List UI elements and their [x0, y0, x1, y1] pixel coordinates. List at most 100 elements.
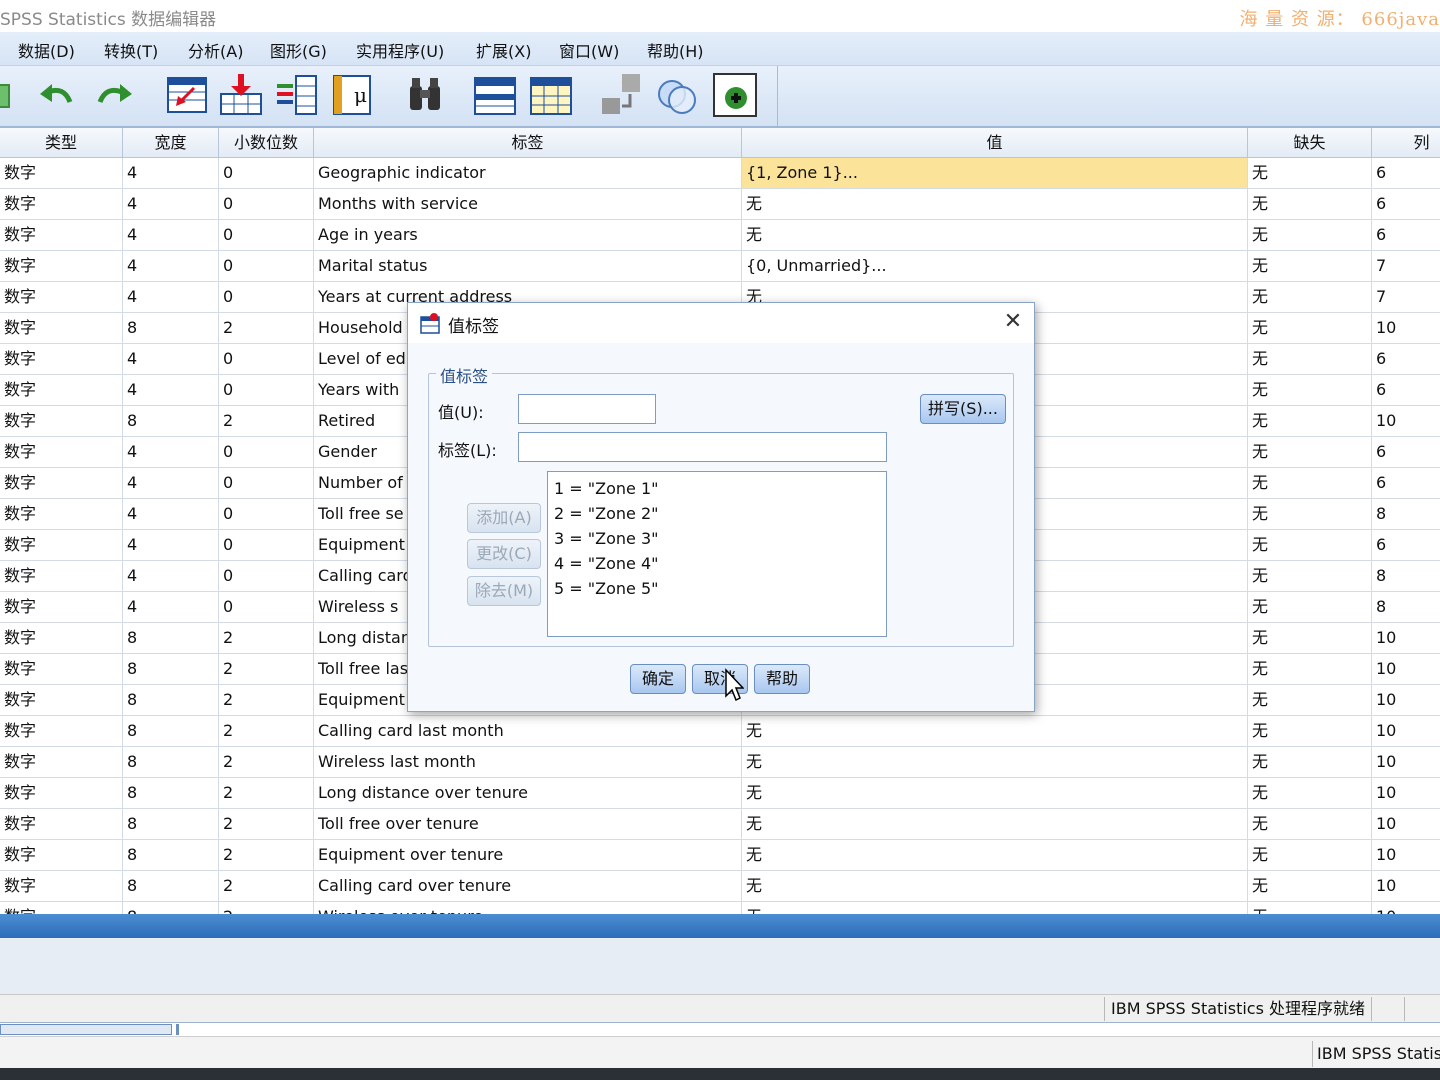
table-row[interactable]: 数字 4 0 Marital status {0, Unmarried}... 无 7 [0, 251, 1440, 282]
cell-values[interactable]: 无 [742, 871, 1248, 902]
cell-columns[interactable]: 10 [1372, 406, 1440, 437]
menu-graphs[interactable]: 图形(G) [270, 38, 327, 62]
cell-missing[interactable]: 无 [1248, 220, 1372, 251]
column-header-columns[interactable]: 列 [1372, 128, 1440, 158]
weight-cases-icon[interactable] [654, 72, 700, 118]
cell-type[interactable]: 数字 [0, 530, 123, 561]
cell-width[interactable]: 4 [123, 592, 219, 623]
cell-missing[interactable]: 无 [1248, 313, 1372, 344]
cell-columns[interactable]: 6 [1372, 437, 1440, 468]
column-header-missing[interactable]: 缺失 [1248, 128, 1372, 158]
cell-width[interactable]: 8 [123, 406, 219, 437]
cell-decimals[interactable]: 2 [219, 840, 314, 871]
table-row[interactable]: 数字 8 2 Calling card over tenure 无无 10 [0, 871, 1440, 902]
cell-columns[interactable]: 6 [1372, 530, 1440, 561]
cell-width[interactable]: 4 [123, 158, 219, 189]
cell-label[interactable]: Calling card over tenure [314, 871, 742, 902]
column-header-values[interactable]: 值 [742, 128, 1248, 158]
cell-width[interactable]: 4 [123, 220, 219, 251]
cell-values[interactable]: {1, Zone 1}... [742, 158, 1248, 189]
cell-columns[interactable]: 8 [1372, 561, 1440, 592]
cell-type[interactable]: 数字 [0, 406, 123, 437]
cell-type[interactable]: 数字 [0, 282, 123, 313]
cell-missing[interactable]: 无 [1248, 189, 1372, 220]
cell-values[interactable]: 无 [742, 189, 1248, 220]
cell-missing[interactable]: 无 [1248, 468, 1372, 499]
list-item[interactable]: 1 = "Zone 1" [554, 476, 880, 501]
insert-cases-icon[interactable] [472, 72, 518, 118]
cell-width[interactable]: 4 [123, 468, 219, 499]
list-item[interactable]: 4 = "Zone 4" [554, 551, 880, 576]
cell-values[interactable]: 无 [742, 716, 1248, 747]
menu-help[interactable]: 帮助(H) [647, 38, 704, 62]
column-header-decimals[interactable]: 小数位数 [219, 128, 314, 158]
menu-extensions[interactable]: 扩展(X) [476, 38, 531, 62]
cell-missing[interactable]: 无 [1248, 561, 1372, 592]
cell-width[interactable]: 4 [123, 344, 219, 375]
cell-columns[interactable]: 8 [1372, 499, 1440, 530]
cell-missing[interactable]: 无 [1248, 623, 1372, 654]
cell-width[interactable]: 8 [123, 809, 219, 840]
scrollbar-thumb[interactable] [0, 1024, 172, 1035]
cell-columns[interactable]: 7 [1372, 282, 1440, 313]
cell-label[interactable]: Calling card last month [314, 716, 742, 747]
cell-decimals[interactable]: 2 [219, 654, 314, 685]
undo-icon[interactable] [34, 72, 80, 118]
cell-type[interactable]: 数字 [0, 747, 123, 778]
cell-decimals[interactable]: 2 [219, 809, 314, 840]
cell-values[interactable]: 无 [742, 902, 1248, 914]
find-icon[interactable] [402, 72, 448, 118]
close-icon[interactable]: ✕ [1000, 309, 1026, 335]
cell-columns[interactable]: 10 [1372, 654, 1440, 685]
cell-decimals[interactable]: 0 [219, 468, 314, 499]
add-button[interactable]: 添加(A) [467, 503, 541, 533]
cell-width[interactable]: 8 [123, 313, 219, 344]
cell-label[interactable]: Age in years [314, 220, 742, 251]
menu-analyze[interactable]: 分析(A) [188, 38, 243, 62]
cell-missing[interactable]: 无 [1248, 158, 1372, 189]
list-item[interactable]: 5 = "Zone 5" [554, 576, 880, 601]
cell-columns[interactable]: 6 [1372, 344, 1440, 375]
cell-width[interactable]: 4 [123, 189, 219, 220]
cell-decimals[interactable]: 2 [219, 313, 314, 344]
goto-case-icon[interactable] [164, 72, 210, 118]
cell-columns[interactable]: 10 [1372, 809, 1440, 840]
menu-utilities[interactable]: 实用程序(U) [356, 38, 444, 62]
cell-decimals[interactable]: 2 [219, 623, 314, 654]
cell-columns[interactable]: 10 [1372, 902, 1440, 914]
cell-missing[interactable]: 无 [1248, 747, 1372, 778]
cell-label[interactable]: Long distance over tenure [314, 778, 742, 809]
cell-label[interactable]: Wireless last month [314, 747, 742, 778]
table-row[interactable]: 数字 4 0 Geographic indicator {1, Zone 1}... 无 6 [0, 158, 1440, 189]
cell-type[interactable]: 数字 [0, 344, 123, 375]
run-descriptives-icon[interactable]: μ [330, 72, 376, 118]
cell-missing[interactable]: 无 [1248, 344, 1372, 375]
cell-width[interactable]: 4 [123, 375, 219, 406]
cell-columns[interactable]: 6 [1372, 158, 1440, 189]
cell-missing[interactable]: 无 [1248, 902, 1372, 914]
cell-type[interactable]: 数字 [0, 654, 123, 685]
cell-columns[interactable]: 10 [1372, 716, 1440, 747]
cell-label[interactable]: Wireless over tenure [314, 902, 742, 914]
list-item[interactable]: 2 = "Zone 2" [554, 501, 880, 526]
column-header-width[interactable]: 宽度 [123, 128, 219, 158]
cell-decimals[interactable]: 0 [219, 530, 314, 561]
cell-decimals[interactable]: 0 [219, 282, 314, 313]
cell-decimals[interactable]: 0 [219, 344, 314, 375]
cell-width[interactable]: 4 [123, 530, 219, 561]
cell-decimals[interactable]: 2 [219, 685, 314, 716]
cell-values[interactable]: 无 [742, 809, 1248, 840]
insert-variable-icon[interactable] [528, 72, 574, 118]
cell-type[interactable]: 数字 [0, 685, 123, 716]
cell-decimals[interactable]: 2 [219, 716, 314, 747]
cell-type[interactable]: 数字 [0, 189, 123, 220]
list-item[interactable]: 3 = "Zone 3" [554, 526, 880, 551]
cell-missing[interactable]: 无 [1248, 251, 1372, 282]
cell-decimals[interactable]: 0 [219, 220, 314, 251]
cell-values[interactable]: 无 [742, 747, 1248, 778]
cell-columns[interactable]: 6 [1372, 220, 1440, 251]
value-labels-list[interactable]: 1 = "Zone 1" 2 = "Zone 2" 3 = "Zone 3" 4… [547, 471, 887, 637]
cell-decimals[interactable]: 0 [219, 499, 314, 530]
horizontal-scrollbar[interactable] [0, 1022, 1440, 1036]
cell-columns[interactable]: 10 [1372, 778, 1440, 809]
